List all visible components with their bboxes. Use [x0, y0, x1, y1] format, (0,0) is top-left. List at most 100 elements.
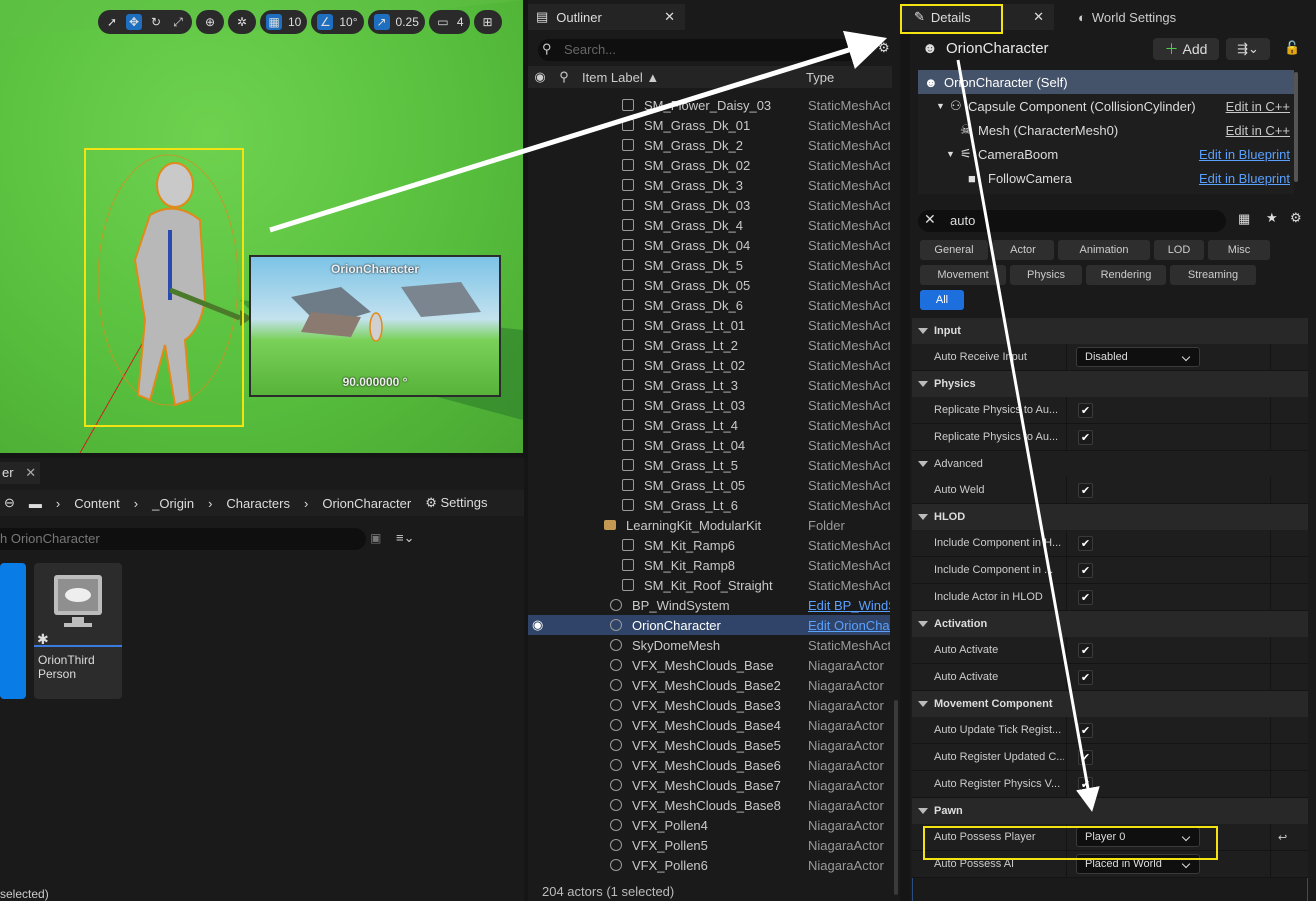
category-advanced[interactable]: Advanced [912, 451, 1308, 477]
translate-icon[interactable]: ✥ [126, 14, 142, 30]
category-input[interactable]: Input [912, 318, 1308, 344]
component-row-self[interactable]: ☻ OrionCharacter (Self) [918, 70, 1294, 94]
level-viewport[interactable]: ➚ ✥ ↻ ⤢ ⊕ ✲ ▦ 10 ∠ 10° ↗ 0.25 ▭ 4 ⊞ OrionCha… [0, 0, 523, 453]
outliner-row[interactable]: SM_Grass_Lt_6 StaticMeshAct [528, 495, 890, 515]
pin-column-icon[interactable]: ⚲ [552, 69, 576, 85]
grid-snap[interactable]: ▦ 10 [260, 10, 308, 34]
outliner-tab[interactable]: ▤ Outliner ✕ [528, 4, 685, 30]
filter-lod[interactable]: LOD [1154, 240, 1204, 260]
outliner-row[interactable]: BP_WindSystem Edit BP_WindS [528, 595, 890, 615]
outliner-row[interactable]: VFX_Pollen6 NiagaraActor [528, 855, 890, 875]
outliner-row[interactable]: VFX_MeshClouds_Base NiagaraActor [528, 655, 890, 675]
outliner-row[interactable]: VFX_MeshClouds_Base6 NiagaraActor [528, 755, 890, 775]
category-hlod[interactable]: HLOD [912, 504, 1308, 530]
filter-misc[interactable]: Misc [1208, 240, 1270, 260]
outliner-row[interactable]: SM_Grass_Lt_05 StaticMeshAct [528, 475, 890, 495]
outliner-row[interactable]: SM_Kit_Roof_Straight StaticMeshAct [528, 575, 890, 595]
select-icon[interactable]: ➚ [104, 14, 120, 30]
outliner-row[interactable]: VFX_MeshClouds_Base4 NiagaraActor [528, 715, 890, 735]
content-browser-tab[interactable]: er ✕ [0, 462, 40, 484]
outliner-row[interactable]: SM_Grass_Dk_5 StaticMeshAct [528, 255, 890, 275]
checkbox[interactable]: ✔ [1078, 642, 1093, 658]
add-actor-icon[interactable]: ▣ [854, 40, 866, 56]
close-icon[interactable]: ✕ [25, 465, 36, 480]
close-icon[interactable]: ✕ [1033, 9, 1044, 25]
outliner-row[interactable]: SM_Grass_Dk_03 StaticMeshAct [528, 195, 890, 215]
outliner-row[interactable]: VFX_Pollen4 NiagaraActor [528, 815, 890, 835]
world-settings-tab[interactable]: ◐ World Settings [1078, 4, 1176, 30]
outliner-row[interactable]: SM_Grass_Dk_02 StaticMeshAct [528, 155, 890, 175]
outliner-search-input[interactable]: Search... [538, 39, 858, 61]
filter-rendering[interactable]: Rendering [1086, 265, 1166, 285]
camera-speed[interactable]: ▭ 4 [428, 10, 470, 34]
surface-snap-toggle[interactable]: ✲ [228, 10, 256, 34]
outliner-row[interactable]: SM_Grass_Dk_01 StaticMeshAct [528, 115, 890, 135]
outliner-row[interactable]: VFX_MeshClouds_Base2 NiagaraActor [528, 675, 890, 695]
rotate-icon[interactable]: ↻ [148, 14, 164, 30]
add-component-button[interactable]: ＋ Add [1153, 38, 1219, 60]
outliner-row[interactable]: SM_Grass_Lt_4 StaticMeshAct [528, 415, 890, 435]
outliner-row[interactable]: ◉ OrionCharacter Edit OrionChar [528, 615, 890, 635]
outliner-row-type[interactable]: Edit OrionChar [808, 618, 890, 633]
world-local-toggle[interactable]: ⊕ [196, 10, 224, 34]
filter-streaming[interactable]: Streaming [1170, 265, 1256, 285]
outliner-row[interactable]: SM_Grass_Lt_04 StaticMeshAct [528, 435, 890, 455]
close-icon[interactable]: ✕ [664, 9, 675, 25]
edit-link[interactable]: Edit in Blueprint [1199, 171, 1290, 186]
save-search-icon[interactable]: ▣ [370, 531, 381, 545]
checkbox[interactable]: ✔ [1078, 535, 1093, 551]
scale-snap[interactable]: ↗ 0.25 [367, 10, 425, 34]
auto-receive-input-dropdown[interactable]: Disabled [1076, 347, 1200, 367]
outliner-row[interactable]: SM_Grass_Dk_05 StaticMeshAct [528, 275, 890, 295]
item-label-column[interactable]: Item Label ▲ [576, 70, 800, 85]
filter-general[interactable]: General [920, 240, 988, 260]
checkbox[interactable]: ✔ [1078, 429, 1093, 445]
settings-button[interactable]: ⚙ Settings [425, 495, 487, 511]
checkbox[interactable]: ✔ [1078, 562, 1093, 578]
outliner-row[interactable]: LearningKit_ModularKit Folder [528, 515, 890, 535]
details-search-input[interactable]: auto [918, 210, 1226, 232]
expand-arrow-icon[interactable]: ▼ [946, 149, 955, 159]
component-row-capsule[interactable]: ▼ ⚇ Capsule Component (CollisionCylinder) E… [918, 94, 1294, 118]
gear-icon[interactable]: ⚙ [878, 40, 890, 56]
edit-link[interactable]: Edit in C++ [1226, 99, 1290, 114]
filter-icon[interactable]: ≡⌄ [396, 530, 414, 546]
asset-tile-selected[interactable] [0, 563, 26, 699]
gear-icon[interactable]: ⚙ [1290, 210, 1302, 226]
outliner-row[interactable]: SM_Grass_Dk_3 StaticMeshAct [528, 175, 890, 195]
outliner-scrollbar[interactable] [894, 700, 898, 895]
checkbox[interactable]: ✔ [1078, 722, 1093, 738]
checkbox[interactable]: ✔ [1078, 402, 1093, 418]
category-pawn[interactable]: Pawn [912, 798, 1308, 824]
checkbox[interactable]: ✔ [1078, 669, 1093, 685]
outliner-row[interactable]: VFX_MeshClouds_Base8 NiagaraActor [528, 795, 890, 815]
history-icon[interactable]: ⊖ [4, 495, 15, 511]
filter-actor[interactable]: Actor [992, 240, 1054, 260]
visibility-icon[interactable]: ◉ [532, 617, 543, 633]
reset-to-default-icon[interactable]: ↩ [1278, 831, 1287, 844]
clear-search-icon[interactable]: ✕ [924, 211, 936, 228]
outliner-row[interactable]: SM_Kit_Ramp8 StaticMeshAct [528, 555, 890, 575]
table-view-icon[interactable]: ▦ [1238, 211, 1250, 227]
path-content[interactable]: Content [74, 496, 120, 511]
outliner-row[interactable]: VFX_Pollen5 NiagaraActor [528, 835, 890, 855]
outliner-row[interactable]: SM_Grass_Lt_03 StaticMeshAct [528, 395, 890, 415]
component-row-followcamera[interactable]: ■ FollowCamera Edit in Blueprint [918, 166, 1294, 190]
expand-arrow-icon[interactable]: ▼ [936, 101, 945, 111]
outliner-row[interactable]: SM_Kit_Ramp6 StaticMeshAct [528, 535, 890, 555]
folder-icon[interactable]: ▬ [29, 496, 42, 511]
outliner-row[interactable]: SM_Grass_Dk_2 StaticMeshAct [528, 135, 890, 155]
outliner-row[interactable]: VFX_MeshClouds_Base3 NiagaraActor [528, 695, 890, 715]
category-physics[interactable]: Physics [912, 371, 1308, 397]
path-characters[interactable]: Characters [226, 496, 290, 511]
asset-tile-orionthirdperson[interactable]: ✱ OrionThird Person [34, 563, 122, 699]
outliner-row[interactable]: SM_Grass_Dk_4 StaticMeshAct [528, 215, 890, 235]
lock-icon[interactable]: 🔓 [1284, 40, 1300, 56]
asset-search-input[interactable]: h OrionCharacter [0, 528, 366, 550]
viewport-layout-button[interactable]: ⊞ [473, 10, 502, 34]
outliner-row[interactable]: SM_Grass_Lt_3 StaticMeshAct [528, 375, 890, 395]
outliner-row[interactable]: SM_Grass_Lt_01 StaticMeshAct [528, 315, 890, 335]
outliner-row[interactable]: SM_Grass_Lt_02 StaticMeshAct [528, 355, 890, 375]
outliner-row[interactable]: SM_Flower_Daisy_03 StaticMeshAct [528, 95, 890, 115]
filter-animation[interactable]: Animation [1058, 240, 1150, 260]
